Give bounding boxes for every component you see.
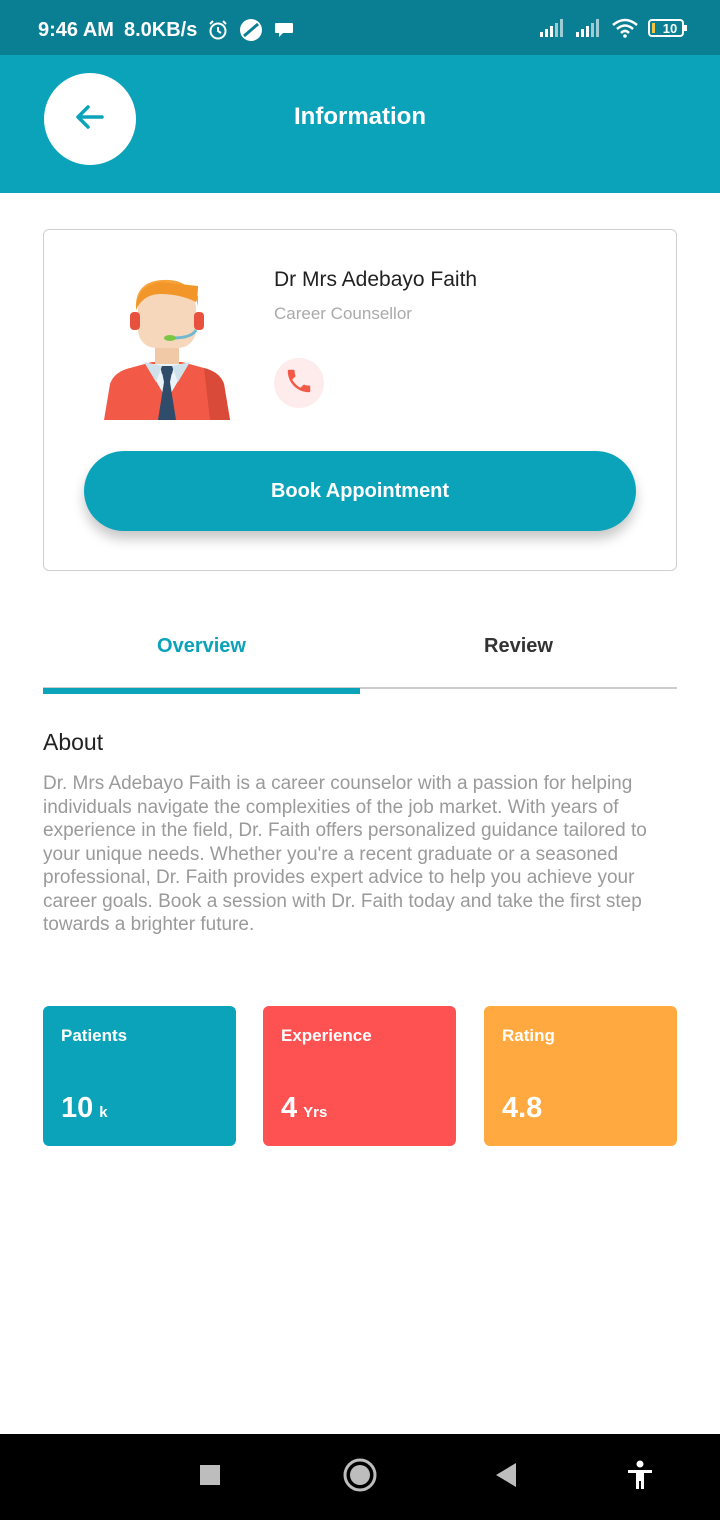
- stat-value: 4.8: [502, 1092, 542, 1125]
- tab-overview[interactable]: Overview: [43, 610, 360, 682]
- status-time: 9:46 AM: [38, 18, 114, 41]
- counsellor-role: Career Counsellor: [274, 304, 412, 323]
- triangle-back-icon: [494, 1462, 518, 1493]
- call-button[interactable]: [274, 358, 324, 408]
- status-bar: 9:46 AM 8.0KB/s 10: [0, 0, 720, 55]
- status-speed: 8.0KB/s: [123, 18, 198, 41]
- stat-label: Patients: [61, 1026, 128, 1045]
- circle-home-icon: [343, 1458, 377, 1497]
- status-right: 10: [540, 18, 688, 38]
- stat-label: Rating: [502, 1026, 555, 1045]
- disc-icon: [239, 18, 263, 42]
- accessibility-icon: [626, 1460, 654, 1495]
- book-appointment-button[interactable]: Book Appointment: [84, 451, 636, 531]
- stat-label: Experience: [281, 1026, 372, 1045]
- alarm-icon: [207, 19, 229, 41]
- stat-unit: Yrs: [303, 1104, 328, 1121]
- back-nav-button[interactable]: [485, 1456, 527, 1498]
- about-heading: About: [43, 729, 104, 755]
- recents-button[interactable]: [189, 1456, 231, 1498]
- system-nav-bar: [0, 1434, 720, 1520]
- stat-number: 4.8: [502, 1092, 543, 1124]
- square-recents-icon: [199, 1464, 221, 1491]
- stat-value: 4 Yrs: [281, 1092, 327, 1125]
- stat-number: 4: [281, 1092, 298, 1124]
- app-bar: Information: [0, 55, 720, 193]
- stat-card-patients: Patients 10 k: [43, 1006, 236, 1146]
- about-text: Dr. Mrs Adebayo Faith is a career counse…: [43, 773, 647, 935]
- home-button[interactable]: [339, 1456, 381, 1498]
- stat-unit: k: [99, 1104, 108, 1121]
- page-title: Information: [294, 103, 426, 130]
- phone-icon: [284, 366, 314, 401]
- tab-review[interactable]: Review: [360, 610, 677, 682]
- wifi-icon: [612, 18, 638, 38]
- signal-icon: [576, 19, 602, 37]
- stat-value: 10 k: [61, 1092, 108, 1125]
- counsellor-avatar: [100, 276, 234, 420]
- profile-card: Dr Mrs Adebayo Faith Career Counsellor B…: [43, 229, 677, 571]
- tab-active-indicator: [43, 688, 360, 694]
- status-left: 9:46 AM 8.0KB/s: [38, 18, 295, 42]
- accessibility-button[interactable]: [619, 1456, 661, 1498]
- stat-card-experience: Experience 4 Yrs: [263, 1006, 456, 1146]
- stat-card-rating: Rating 4.8: [484, 1006, 677, 1146]
- battery-icon: 10: [648, 18, 688, 38]
- stat-number: 10: [61, 1092, 94, 1124]
- battery-level: 10: [662, 20, 678, 36]
- counsellor-name: Dr Mrs Adebayo Faith: [274, 268, 478, 291]
- chat-bubble-icon: [273, 19, 295, 41]
- signal-icon: [540, 19, 566, 37]
- tab-bar: Overview Review: [43, 610, 677, 694]
